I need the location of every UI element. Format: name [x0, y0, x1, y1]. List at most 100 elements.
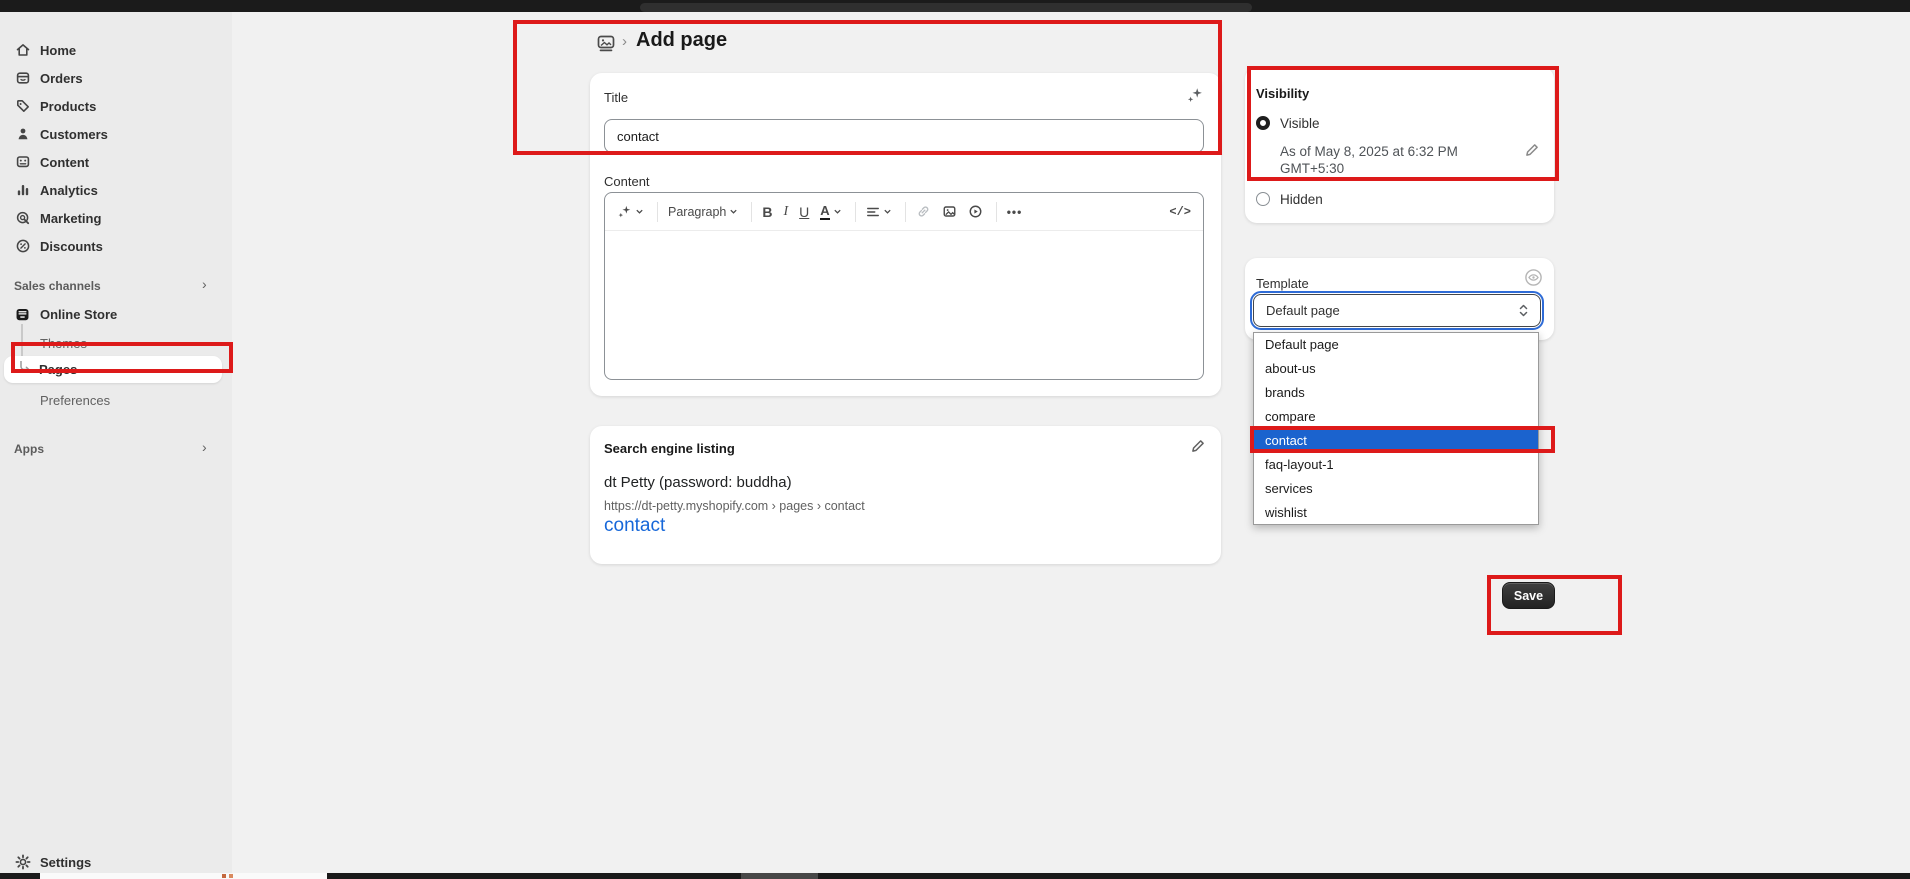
marketing-icon: [14, 210, 31, 227]
save-button[interactable]: Save: [1502, 582, 1555, 609]
magic-icon[interactable]: [1186, 86, 1204, 104]
seo-heading: Search engine listing: [604, 441, 735, 456]
chevron-down-icon: [833, 207, 842, 216]
dropdown-option-brands[interactable]: brands: [1254, 381, 1538, 405]
link-icon[interactable]: [916, 204, 931, 219]
sidebar-item-label: Preferences: [40, 393, 110, 408]
align-icon: [866, 205, 880, 219]
visibility-schedule-text: As of May 8, 2025 at 6:32 PM GMT+5:30: [1280, 143, 1495, 177]
page-icon[interactable]: [597, 35, 615, 52]
visible-label: Visible: [1280, 116, 1320, 131]
content-rich-text-editor[interactable]: Paragraph B I U A: [604, 192, 1204, 380]
seo-page-link[interactable]: contact: [604, 515, 665, 537]
bottom-taskbar-strip: [0, 873, 1910, 879]
breadcrumb-separator: ›: [622, 33, 627, 50]
editor-body[interactable]: [605, 231, 1203, 380]
branch-arrow-icon: [17, 361, 32, 378]
toolbar-divider: [751, 202, 752, 222]
sidebar-item-themes[interactable]: Themes: [0, 329, 232, 357]
sidebar-item-analytics[interactable]: Analytics: [0, 176, 232, 204]
apps-header: Apps: [14, 442, 44, 456]
sidebar-item-discounts[interactable]: Discounts: [0, 232, 232, 260]
paragraph-label: Paragraph: [668, 205, 726, 219]
radio-visible[interactable]: [1256, 116, 1270, 130]
toolbar-divider: [905, 202, 906, 222]
seo-site-title: dt Petty (password: buddha): [604, 474, 792, 491]
content-label: Content: [604, 174, 650, 189]
sidebar-item-label: Marketing: [40, 211, 101, 226]
seo-url: https://dt-petty.myshopify.com › pages ›…: [604, 499, 865, 513]
sidebar-item-preferences[interactable]: Preferences: [0, 386, 232, 414]
title-label: Title: [604, 90, 628, 105]
dropdown-option-faq-layout-1[interactable]: faq-layout-1: [1254, 453, 1538, 477]
sidebar-item-label: Analytics: [40, 183, 98, 198]
sidebar-item-orders[interactable]: Orders: [0, 64, 232, 92]
sidebar-item-label: Products: [40, 99, 96, 114]
dropdown-option-services[interactable]: services: [1254, 477, 1538, 501]
page-title: Add page: [636, 29, 727, 52]
sidebar-item-label: Themes: [40, 336, 87, 351]
chevron-down-icon: [729, 207, 738, 216]
alignment-button[interactable]: [866, 205, 892, 219]
dropdown-option-default-page[interactable]: Default page: [1254, 333, 1538, 357]
dropdown-option-about-us[interactable]: about-us: [1254, 357, 1538, 381]
sidebar-item-content[interactable]: Content: [0, 148, 232, 176]
taskbar-light-segment: [40, 873, 327, 879]
sidebar-item-label: Orders: [40, 71, 83, 86]
sidebar-item-marketing[interactable]: Marketing: [0, 204, 232, 232]
template-label: Template: [1256, 276, 1309, 291]
sidebar-item-settings[interactable]: Settings: [0, 848, 232, 876]
tree-connector-line: [21, 324, 23, 357]
content-icon: [14, 154, 31, 171]
chevron-right-icon[interactable]: ›: [202, 441, 207, 453]
home-icon: [14, 42, 31, 59]
toolbar-divider: [996, 202, 997, 222]
sidebar-item-online-store[interactable]: Online Store: [0, 300, 232, 328]
visibility-heading: Visibility: [1256, 86, 1309, 101]
image-icon[interactable]: [942, 204, 957, 219]
radio-hidden[interactable]: [1256, 192, 1270, 206]
dropdown-option-compare[interactable]: compare: [1254, 405, 1538, 429]
template-select[interactable]: Default page: [1253, 294, 1541, 327]
dropdown-option-contact[interactable]: contact: [1254, 429, 1538, 453]
title-input[interactable]: [604, 119, 1204, 153]
products-icon: [14, 98, 31, 115]
video-icon[interactable]: [968, 204, 983, 219]
chevron-down-icon: [635, 207, 644, 216]
magic-icon[interactable]: [617, 204, 644, 219]
sales-channels-header: Sales channels: [14, 279, 101, 293]
more-options-button[interactable]: •••: [1007, 205, 1023, 219]
template-selected-value: Default page: [1266, 303, 1340, 318]
text-color-icon: A: [820, 204, 829, 220]
select-updown-icon: [1517, 303, 1530, 318]
dropdown-option-wishlist[interactable]: wishlist: [1254, 501, 1538, 525]
eye-icon[interactable]: [1524, 268, 1543, 287]
sidebar-item-pages[interactable]: Pages: [4, 356, 222, 383]
pencil-icon[interactable]: [1524, 142, 1540, 158]
sidebar-item-products[interactable]: Products: [0, 92, 232, 120]
pencil-icon[interactable]: [1190, 438, 1206, 454]
code-view-button[interactable]: </>: [1169, 205, 1191, 219]
topbar-search-field[interactable]: [640, 3, 1252, 12]
shopify-admin-add-page: Home Orders Products Customers Content: [0, 0, 1910, 879]
chevron-down-icon: [883, 207, 892, 216]
sidebar-item-label: Content: [40, 155, 89, 170]
sidebar-item-home[interactable]: Home: [0, 36, 232, 64]
gear-icon: [14, 854, 31, 871]
italic-button[interactable]: I: [784, 204, 789, 220]
paragraph-style-dropdown[interactable]: Paragraph: [668, 205, 738, 219]
chevron-right-icon[interactable]: ›: [202, 278, 207, 290]
sidebar-item-label: Pages: [39, 362, 77, 377]
text-color-button[interactable]: A: [820, 204, 841, 220]
taskbar-icon-fragment: [229, 874, 233, 878]
bold-button[interactable]: B: [762, 204, 772, 220]
sidebar-item-customers[interactable]: Customers: [0, 120, 232, 148]
analytics-icon: [14, 182, 31, 199]
top-bar: [0, 0, 1910, 12]
sidebar-item-label: Online Store: [40, 307, 117, 322]
toolbar-divider: [855, 202, 856, 222]
underline-button[interactable]: U: [799, 204, 809, 220]
sidebar: Home Orders Products Customers Content: [0, 12, 232, 873]
sidebar-item-label: Customers: [40, 127, 108, 142]
store-icon: [14, 306, 31, 323]
